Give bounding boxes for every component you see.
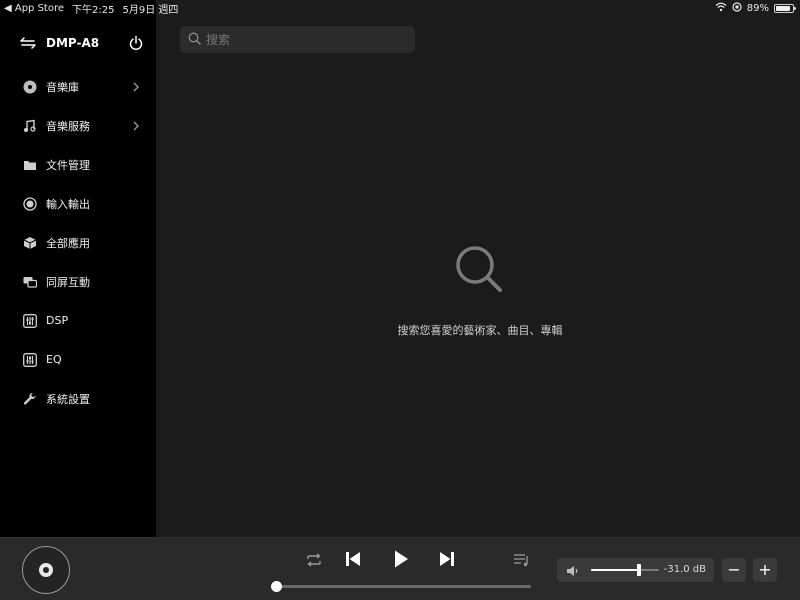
repeat-button[interactable]	[303, 550, 325, 572]
sidebar-item-label: EQ	[46, 353, 62, 366]
skip-forward-icon	[438, 550, 456, 572]
sidebar-item-screen-mirror[interactable]: 同屏互動	[0, 262, 156, 301]
play-button[interactable]	[390, 550, 412, 572]
sidebar-item-music-services[interactable]: 音樂服務	[0, 106, 156, 145]
search-icon	[454, 244, 504, 294]
screen-mirror-icon	[23, 275, 37, 289]
chevron-right-icon	[132, 121, 140, 131]
volume-fill	[591, 569, 639, 571]
empty-state-message: 搜索您喜愛的藝術家、曲目、專輯	[397, 324, 563, 337]
disc-icon	[23, 80, 37, 94]
sidebar-item-label: 同屏互動	[46, 275, 90, 289]
disc-hole	[43, 567, 49, 573]
sidebar-item-label: 輸入輸出	[46, 197, 90, 211]
wifi-icon	[715, 2, 727, 15]
status-date: 5月9日 週四	[122, 4, 179, 16]
volume-readout: -31.0 dB	[663, 564, 706, 575]
playlist-button[interactable]	[510, 550, 532, 572]
progress-slider[interactable]	[271, 581, 531, 592]
sidebar-item-label: 文件管理	[46, 158, 90, 172]
battery-percent: 89%	[746, 2, 769, 14]
player-bar: -31.0 dB − +	[0, 537, 800, 600]
equalizer-grid-icon	[23, 313, 37, 328]
sidebar: DMP-A8 音樂庫 音樂服務 文件管理 輸入輸出 全部應用 同屏互動 DSP …	[0, 0, 156, 537]
disc-center	[39, 563, 53, 577]
sidebar-item-label: 音樂庫	[46, 80, 79, 94]
sidebar-item-label: 音樂服務	[46, 119, 90, 133]
sidebar-item-system-settings[interactable]: 系統設置	[0, 379, 156, 418]
play-icon	[392, 549, 410, 573]
radio-icon	[23, 196, 37, 211]
cube-icon	[23, 236, 37, 250]
wrench-icon	[23, 392, 37, 406]
folder-icon	[23, 158, 37, 172]
sidebar-item-file-manager[interactable]: 文件管理	[0, 145, 156, 184]
album-art-disc[interactable]	[22, 546, 70, 594]
volume-control: -31.0 dB	[557, 558, 714, 582]
search-icon	[188, 30, 201, 49]
volume-slider[interactable]	[591, 564, 659, 576]
chevron-right-icon	[132, 82, 140, 92]
orientation-lock-icon	[732, 1, 742, 15]
speaker-icon[interactable]	[566, 563, 580, 577]
volume-up-button[interactable]: +	[753, 558, 777, 582]
sidebar-item-music-library[interactable]: 音樂庫	[0, 67, 156, 106]
device-row: DMP-A8	[20, 32, 144, 54]
status-time: 下午2:25	[72, 4, 115, 16]
power-icon[interactable]	[128, 35, 144, 51]
volume-knob[interactable]	[636, 564, 641, 576]
back-to-app-store-link[interactable]: ◀ App Store	[4, 3, 64, 14]
search-bar[interactable]	[180, 26, 415, 53]
skip-back-icon	[344, 550, 362, 572]
previous-track-button[interactable]	[342, 550, 364, 572]
sidebar-item-label: DSP	[46, 314, 69, 327]
playlist-icon	[512, 552, 530, 571]
next-track-button[interactable]	[436, 550, 458, 572]
progress-knob[interactable]	[271, 581, 282, 592]
device-name[interactable]: DMP-A8	[46, 36, 99, 50]
status-bar: ◀ App Store 下午2:25 5月9日 週四 89%	[0, 0, 800, 16]
repeat-icon	[305, 552, 323, 571]
sidebar-item-label: 全部應用	[46, 236, 90, 250]
battery-icon	[774, 3, 796, 13]
switch-device-icon[interactable]	[20, 34, 36, 53]
volume-down-button[interactable]: −	[722, 558, 746, 582]
battery-fill	[776, 5, 791, 11]
music-note-icon	[23, 119, 37, 133]
sidebar-item-label: 系統設置	[46, 392, 90, 406]
sidebar-item-eq[interactable]: EQ	[0, 340, 156, 379]
sidebar-menu: 音樂庫 音樂服務 文件管理 輸入輸出 全部應用 同屏互動 DSP EQ 系統設置	[0, 67, 156, 418]
sidebar-item-all-apps[interactable]: 全部應用	[0, 223, 156, 262]
sidebar-item-input-output[interactable]: 輸入輸出	[0, 184, 156, 223]
sidebar-item-dsp[interactable]: DSP	[0, 301, 156, 340]
search-input[interactable]	[206, 32, 406, 47]
equalizer-grid-icon	[23, 352, 37, 367]
